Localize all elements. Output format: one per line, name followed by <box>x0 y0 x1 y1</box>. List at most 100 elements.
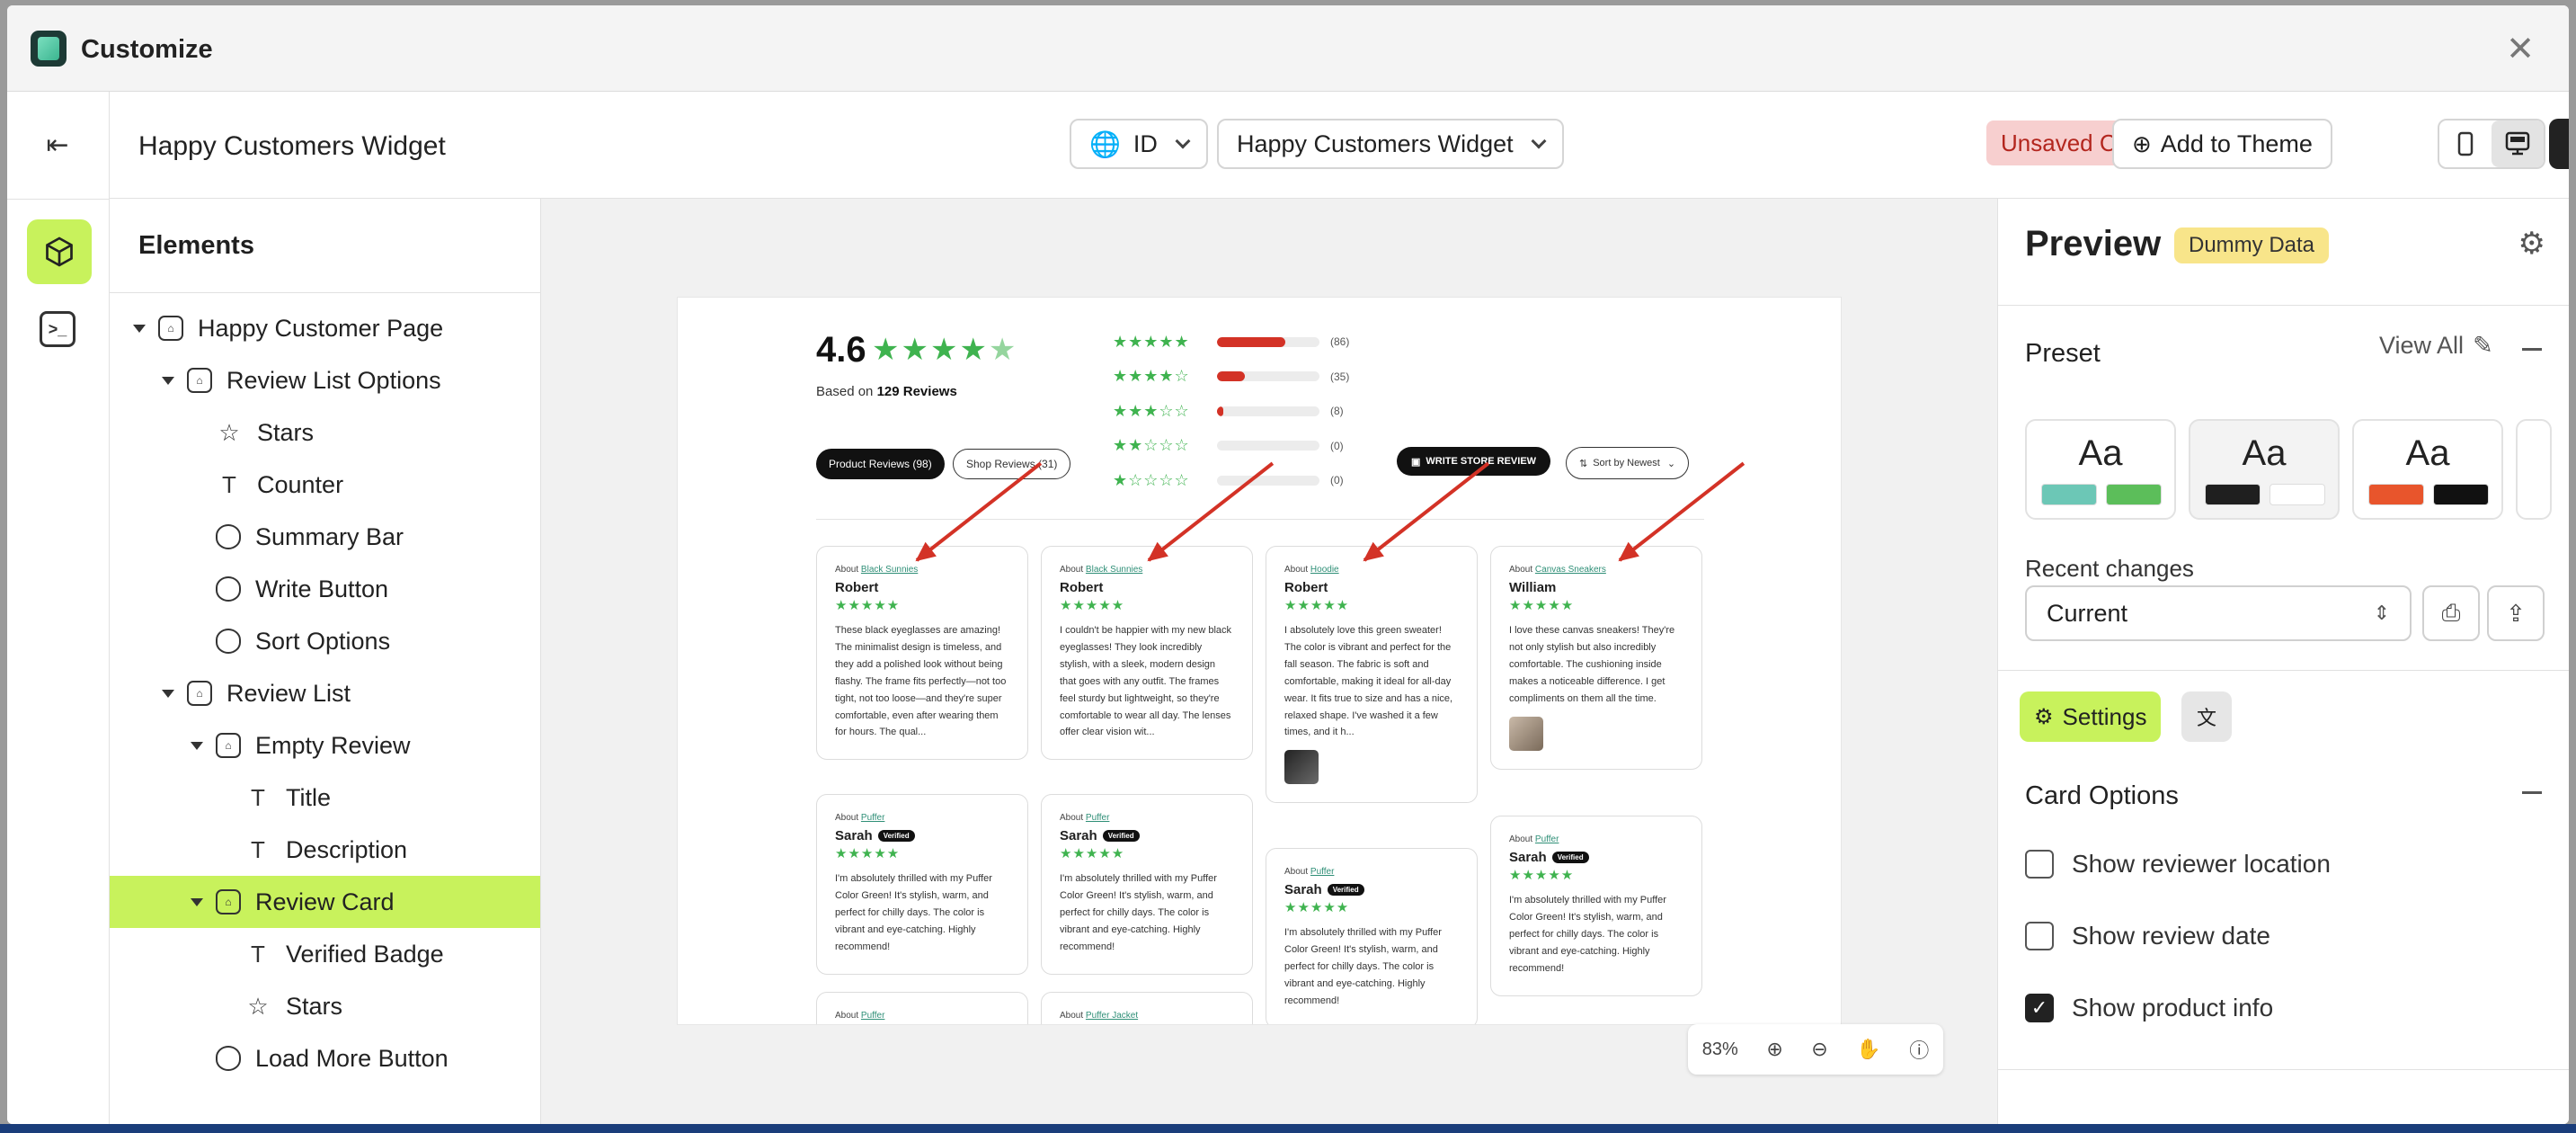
tab-settings[interactable]: ⚙ Settings <box>2020 691 2162 742</box>
product-link[interactable]: Puffer <box>1535 834 1559 844</box>
tab-shop-reviews[interactable]: Shop Reviews (31) <box>953 449 1071 479</box>
checkbox-icon[interactable]: ✓ <box>2025 994 2054 1022</box>
tree-item[interactable]: ⌂ Review List Options <box>110 354 540 406</box>
mobile-icon[interactable] <box>2439 120 2492 167</box>
distribution-bar <box>1217 441 1319 451</box>
caret-down-icon[interactable] <box>133 324 146 333</box>
tree-item[interactable]: T Title <box>110 772 540 824</box>
review-card[interactable]: About Canvas Sneakers William ★★★★★ I love … <box>1490 546 1702 770</box>
exit-icon[interactable]: ⇤ <box>40 129 76 165</box>
review-photo[interactable] <box>1284 750 1319 785</box>
tree-item[interactable]: ☆ Stars <box>110 406 540 459</box>
review-text: I'm absolutely thrilled with my Puffer C… <box>1284 927 1442 1006</box>
review-card[interactable]: About Puffer Jacket <box>1041 992 1253 1024</box>
tree-item[interactable]: ⌂ Empty Review <box>110 719 540 772</box>
preset-swatch <box>2368 484 2424 505</box>
review-text: I'm absolutely thrilled with my Puffer C… <box>835 873 992 952</box>
tree-item-label: Review List Options <box>227 366 441 394</box>
review-card[interactable]: About Puffer Sarah Verified ★★★★★ I'm absolu… <box>816 794 1028 975</box>
preset-card[interactable]: Aa <box>2189 419 2340 520</box>
product-link[interactable]: Puffer <box>1310 867 1335 877</box>
desktop-icon[interactable] <box>2492 120 2544 167</box>
distribution-row: ★★☆☆☆ (0) <box>1113 429 1349 464</box>
preset-card-partial[interactable] <box>2516 419 2552 520</box>
review-card[interactable]: About Puffer Sarah Verified ★★★★★ I'm absolu… <box>1266 848 1478 1024</box>
gear-icon[interactable]: ⚙ <box>2518 226 2545 262</box>
tree-item[interactable]: ⌂ Review List <box>110 667 540 719</box>
checkbox-icon[interactable] <box>2025 850 2054 879</box>
translate-icon: 文 <box>2196 707 2216 729</box>
elements-cube-icon[interactable] <box>27 219 92 284</box>
add-to-theme-button[interactable]: ⊕ Add to Theme <box>2112 119 2332 169</box>
product-link[interactable]: Canvas Sneakers <box>1535 565 1606 575</box>
widget-title: Happy Customers Widget <box>138 131 446 161</box>
review-card[interactable]: About Black Sunnies Robert ★★★★★ These blac… <box>816 546 1028 761</box>
tree-item[interactable]: ⌂ Review Card <box>110 876 540 928</box>
tab-product-reviews[interactable]: Product Reviews (98) <box>816 449 945 479</box>
product-link[interactable]: Black Sunnies <box>1086 565 1142 575</box>
taskbar <box>0 1124 2576 1133</box>
tree-item-label: Sort Options <box>255 627 391 655</box>
tree-item[interactable]: Load More Button <box>110 1032 540 1084</box>
zoom-out-icon[interactable]: ⊖ <box>1811 1038 1827 1061</box>
review-card[interactable]: About Puffer Sarah Verified ★★★★★ I'm absolu… <box>1490 816 1702 996</box>
card-option-checkbox[interactable]: Show reviewer location <box>2025 850 2331 879</box>
widget-select[interactable]: Happy Customers Widget <box>1217 119 1564 169</box>
review-card[interactable]: About Hoodie Robert ★★★★★ I absolutely love… <box>1266 546 1478 804</box>
product-link[interactable]: Puffer <box>1086 813 1110 823</box>
preset-card[interactable]: Aa <box>2025 419 2176 520</box>
product-link[interactable]: Puffer <box>861 813 885 823</box>
tree-item-label: Happy Customer Page <box>198 314 444 342</box>
close-icon[interactable]: ✕ <box>2506 32 2535 67</box>
checkbox-icon[interactable] <box>2025 922 2054 950</box>
terminal-icon[interactable]: >_ <box>40 311 76 347</box>
caret-down-icon[interactable] <box>162 689 174 698</box>
tree-item[interactable]: Sort Options <box>110 615 540 667</box>
zoom-level: 83% <box>1701 1039 1738 1059</box>
save-button[interactable]: Save <box>2549 119 2569 169</box>
tree-item[interactable]: T Verified Badge <box>110 928 540 980</box>
help-icon[interactable]: ⓘ <box>1909 1035 1929 1064</box>
product-link[interactable]: Puffer Jacket <box>1086 1011 1138 1021</box>
review-card[interactable]: About Puffer <box>816 992 1028 1024</box>
review-stars: ★★★★★ <box>1060 846 1125 861</box>
review-photo[interactable] <box>1509 716 1543 751</box>
sort-select[interactable]: ⇅ Sort by Newest ⌄ <box>1566 447 1690 479</box>
review-text: These black eyeglasses are amazing! The … <box>835 625 1007 738</box>
product-link[interactable]: Black Sunnies <box>861 565 918 575</box>
product-link[interactable]: Hoodie <box>1310 565 1339 575</box>
preset-swatch <box>2270 484 2325 505</box>
recent-changes-select[interactable]: Current ⇕ <box>2025 585 2412 641</box>
hand-icon[interactable]: ✋ <box>1856 1038 1880 1061</box>
language-select[interactable]: 🌐 ID <box>1070 119 1208 169</box>
product-link[interactable]: Puffer <box>861 1011 885 1021</box>
tree-item-label: Review Card <box>255 888 395 915</box>
option-label: Show review date <box>2072 922 2271 950</box>
tree-item[interactable]: T Counter <box>110 459 540 511</box>
write-icon: ▣ <box>1411 456 1421 468</box>
import-icon[interactable]: ⎙ <box>2422 585 2480 641</box>
tree-item[interactable]: Write Button <box>110 563 540 615</box>
review-card[interactable]: About Black Sunnies Robert ★★★★★ I couldn't… <box>1041 546 1253 761</box>
caret-down-icon[interactable] <box>191 897 203 906</box>
collapse-card-options-icon[interactable] <box>2522 791 2542 794</box>
caret-down-icon[interactable] <box>191 741 203 750</box>
tree-item[interactable]: T Description <box>110 824 540 876</box>
tree-item[interactable]: ⌂ Happy Customer Page <box>110 302 540 354</box>
card-option-checkbox[interactable]: ✓ Show product info <box>2025 994 2273 1022</box>
collapse-preset-icon[interactable] <box>2522 348 2542 351</box>
tab-translate[interactable]: 文 <box>2181 691 2232 742</box>
review-stars: ★★★★★ <box>835 598 901 613</box>
view-all-link[interactable]: View All ✎ <box>2379 332 2493 360</box>
export-icon[interactable]: ⇪ <box>2487 585 2545 641</box>
preset-card[interactable]: Aa <box>2352 419 2503 520</box>
reviewer-name: Sarah Verified <box>1284 882 1459 897</box>
tree-item[interactable]: Summary Bar <box>110 511 540 563</box>
zoom-in-icon[interactable]: ⊕ <box>1766 1038 1782 1061</box>
caret-down-icon[interactable] <box>162 376 174 385</box>
verified-badge: Verified <box>877 830 915 842</box>
review-card[interactable]: About Puffer Sarah Verified ★★★★★ I'm absolu… <box>1041 794 1253 975</box>
review-stars: ★★★★★ <box>1060 598 1125 613</box>
tree-item[interactable]: ☆ Stars <box>110 980 540 1032</box>
card-option-checkbox[interactable]: Show review date <box>2025 922 2270 950</box>
